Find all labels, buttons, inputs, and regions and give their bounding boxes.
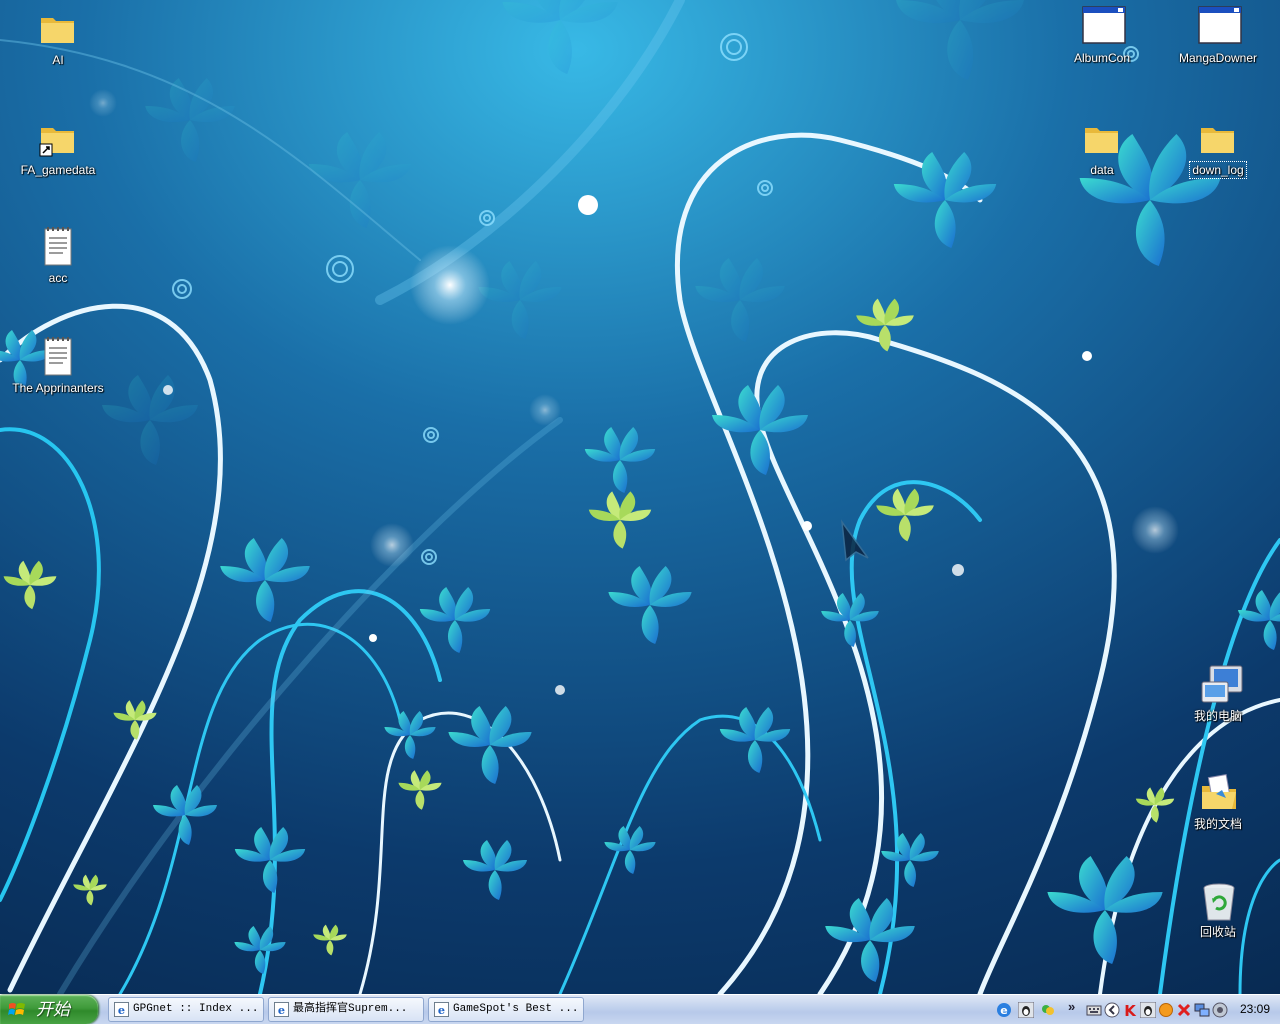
folder-icon [1198,118,1238,158]
messenger-icon[interactable] [1040,1002,1056,1018]
desktop-icon-label: data [1090,163,1114,177]
desktop-icon-data[interactable]: data [1052,118,1152,178]
desktop-icon-down-log[interactable]: down_log [1168,118,1268,179]
taskbar-item-gamespot[interactable]: e GameSpot's Best ... [428,997,584,1022]
folder-icon [1082,118,1122,158]
security-k-icon[interactable]: K [1122,1002,1138,1018]
taskbar-item-gpgnet[interactable]: e GPGnet :: Index ... [108,997,264,1022]
desktop-icon-ai[interactable]: AI [8,8,108,68]
recycle-bin-icon [1198,880,1238,921]
volume-icon[interactable] [1212,1002,1228,1018]
network-icon[interactable] [1194,1002,1210,1018]
desktop-icon-the-apprinanters[interactable]: The Apprinanters [8,336,108,396]
taskbar-item-supreme-commander[interactable]: e 最高指挥官Suprem... [268,997,424,1022]
svg-text:e: e [1000,1004,1007,1017]
application-window-icon [1198,6,1242,46]
svg-text:e: e [278,1003,285,1017]
desktop-icon-label: The Apprinanters [12,381,104,395]
desktop-icon-albumcon[interactable]: AlbumCon [1052,6,1152,66]
tray-expand-chevron[interactable]: » [1068,999,1075,1014]
keyboard-icon[interactable] [1086,1002,1102,1018]
desktop-icon-label: FA_gamedata [20,163,96,177]
desktop-icon-recycle-bin[interactable]: 回收站 [1168,880,1268,940]
back-arrow-icon[interactable] [1104,1002,1120,1018]
desktop-icon-my-computer[interactable]: 我的电脑 [1168,664,1268,724]
text-file-icon [38,336,78,376]
start-button[interactable]: 开始 [0,995,98,1024]
taskbar-item-label: GameSpot's Best ... [453,1003,579,1015]
my-documents-icon [1198,772,1238,812]
desktop-icon-fa-gamedata[interactable]: FA_gamedata [8,118,108,178]
folder-shortcut-icon [38,118,78,158]
system-tray: e » K 23:09 [992,995,1280,1024]
internet-explorer-icon: e [274,1002,289,1017]
desktop-icon-label: 回收站 [1199,925,1236,939]
desktop-icon-label: acc [48,271,68,285]
desktop-icon-label: MangaDowner [1178,51,1258,65]
start-label: 开始 [36,1000,70,1019]
clock[interactable]: 23:09 [1240,995,1270,1024]
desktop-icon-acc[interactable]: acc [8,226,108,286]
text-file-icon [38,226,78,266]
internet-explorer-icon: e [114,1002,129,1017]
penguin-icon[interactable] [1140,1002,1156,1018]
svg-text:e: e [438,1003,445,1017]
svg-text:e: e [118,1003,125,1017]
desktop-icon-my-documents[interactable]: 我的文档 [1168,772,1268,832]
application-window-icon [1082,6,1126,46]
taskbar-item-label: GPGnet :: Index ... [133,1003,259,1015]
desktop-icon-label: down_log [1189,161,1247,179]
desktop-icon-mangadowner[interactable]: MangaDowner [1168,6,1268,66]
windows-logo-icon [8,1003,25,1015]
orange-ball-icon[interactable] [1158,1002,1174,1018]
desktop-icon-label: AI [52,53,64,67]
internet-explorer-icon[interactable]: e [996,1002,1012,1018]
my-computer-icon [1198,664,1243,704]
desktop-icon-label: 我的文档 [1193,817,1242,831]
svg-text:K: K [1124,1002,1137,1018]
penguin-icon[interactable] [1018,1002,1034,1018]
folder-icon [38,8,78,48]
red-x-icon[interactable] [1176,1002,1192,1018]
desktop-icon-label: AlbumCon [1073,51,1131,65]
desktop-icon-label: 我的电脑 [1193,709,1242,723]
taskbar-item-label: 最高指挥官Suprem... [293,1003,408,1015]
taskbar: 开始 e GPGnet :: Index ... e 最高指挥官Suprem..… [0,994,1280,1024]
internet-explorer-icon: e [434,1002,449,1017]
mouse-cursor [840,519,869,562]
